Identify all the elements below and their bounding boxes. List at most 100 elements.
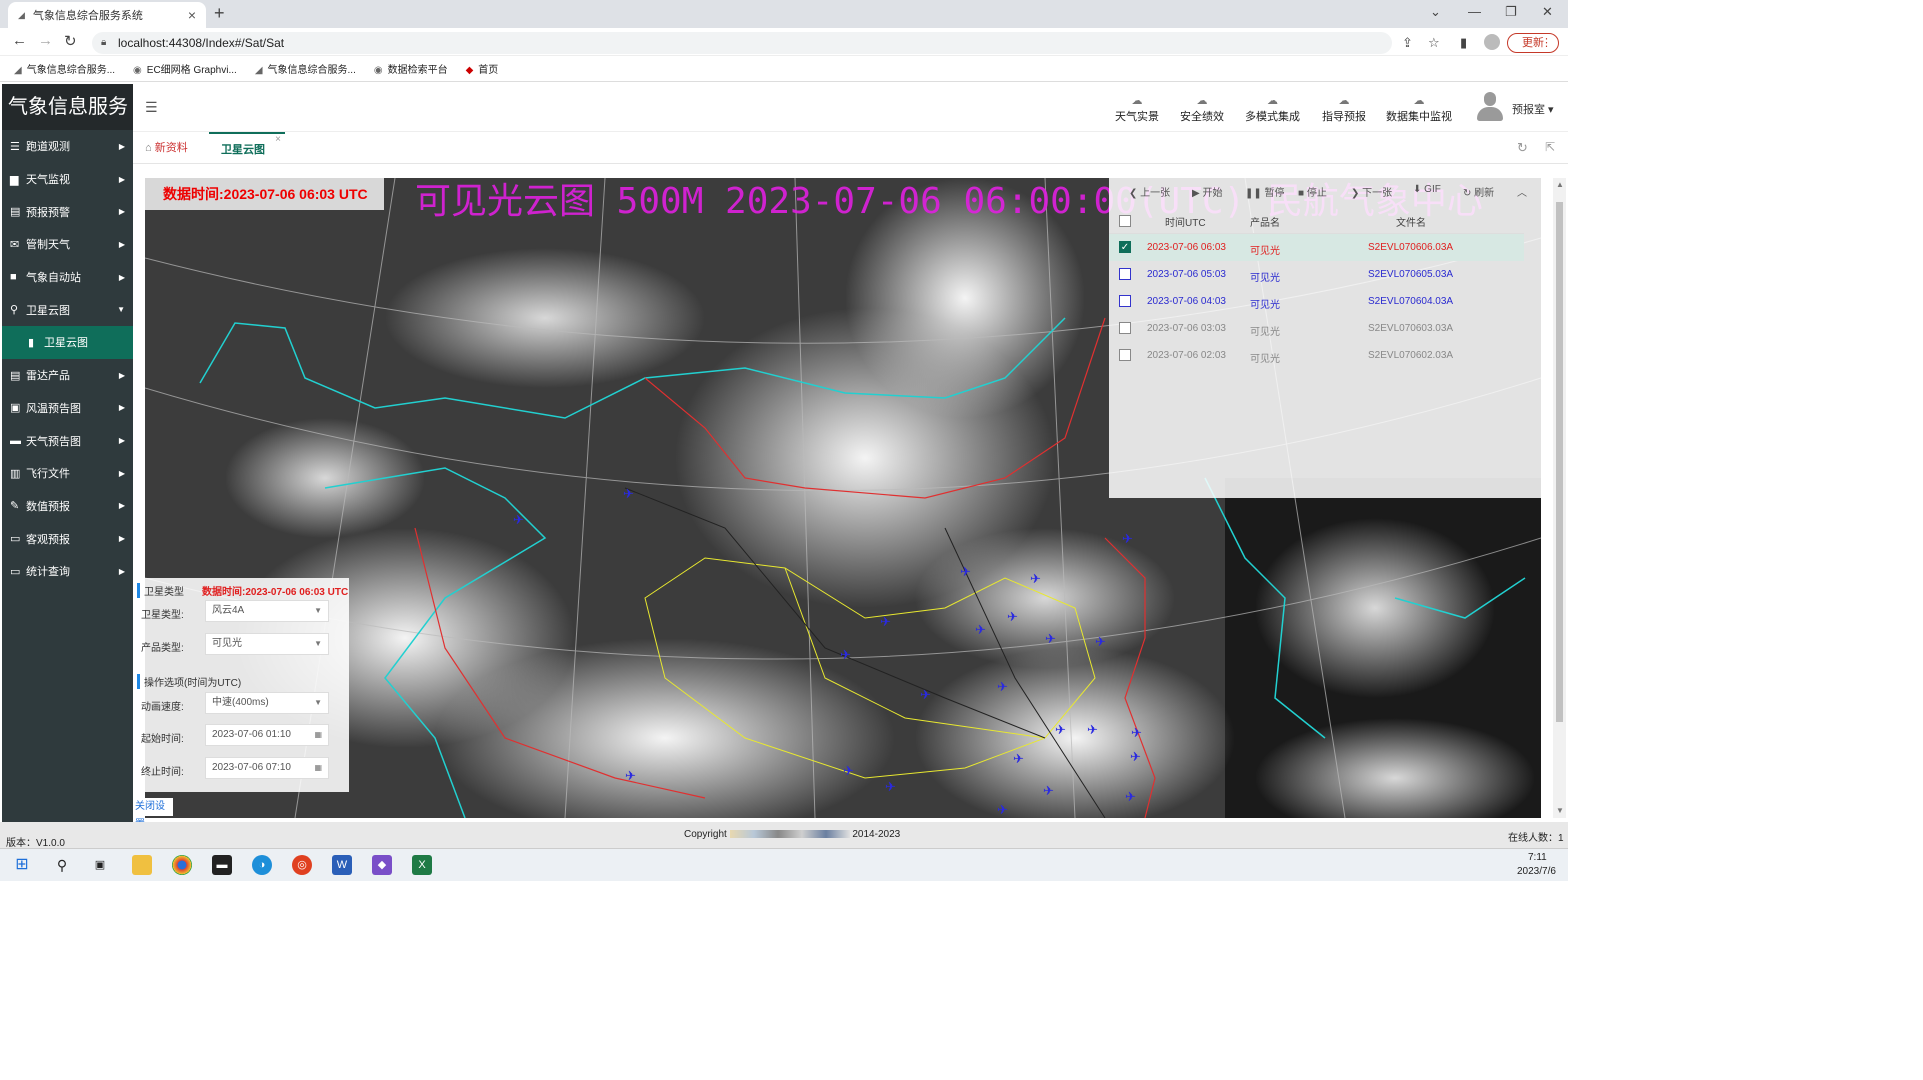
tab-search-icon[interactable]: ⌄ [1430,4,1441,20]
excel-icon[interactable]: X [412,855,432,875]
bookmark-item[interactable]: ◢ 气象信息综合服务... [255,61,356,76]
close-tab-icon[interactable]: × [188,7,196,23]
chevron-right-icon: ▶ [118,403,125,413]
sidebar-item-weather-monitor[interactable]: ▆ 天气监视 ▶ [2,163,133,196]
nav-data-monitor[interactable]: ☁ 数据集中监视 [1386,94,1452,124]
home-icon: ◆ [465,65,474,76]
sidepanel-icon[interactable]: ▮ [1460,35,1467,51]
nav-guidance[interactable]: ☁ 指导预报 [1322,94,1366,124]
row-checkbox[interactable]: ✓ [1119,241,1131,253]
start-button[interactable]: ▶ 开始 [1192,184,1222,199]
fullscreen-icon[interactable]: ⇱ [1545,140,1555,154]
svg-text:✈: ✈ [1043,784,1054,799]
new-tab-button[interactable]: + [214,3,225,24]
prev-button[interactable]: ❮ 上一张 [1129,184,1170,199]
calendar-icon: ▦ [314,730,322,739]
page-scrollbar[interactable]: ▲ ▼ [1553,178,1566,818]
speed-label: 动画速度: [141,702,184,713]
browser-tabbar: ◢ 气象信息综合服务系统 × + ⌄ — ❐ ✕ [0,0,1568,28]
url-text: localhost:44308/Index#/Sat/Sat [118,36,285,50]
search-icon[interactable]: ⚲ [52,855,72,875]
menu-toggle-icon[interactable]: ☰ [145,99,158,116]
list-item[interactable]: 2023-07-06 02:03 可见光 S2EVL070602.03A [1109,342,1524,369]
bookmark-item[interactable]: ◢ 气象信息综合服务... [14,61,115,76]
pause-button[interactable]: ❚❚ 暂停 [1245,184,1285,199]
next-button[interactable]: ❯ 下一张 [1351,184,1392,199]
file-explorer-icon[interactable] [132,855,152,875]
tab-new-data[interactable]: ⌂ 新资料 [145,132,188,164]
bookmark-item[interactable]: ◆ 首页 [466,61,499,76]
word-icon[interactable]: W [332,855,352,875]
nav-multi-model[interactable]: ☁ 多模式集成 [1245,94,1300,124]
sidebar-item-wind-temp[interactable]: ▣ 风温预告图 ▶ [2,392,133,425]
sidebar-item-control-weather[interactable]: ✉ 管制天气 ▶ [2,228,133,261]
speed-select[interactable]: 中速(400ms) ▼ [205,692,329,714]
task-view-icon[interactable]: ▣ [90,855,110,875]
terminal-icon[interactable]: ▬ [212,855,232,875]
refresh-button[interactable]: ↻ 刷新 [1463,184,1494,199]
sidebar-item-objective[interactable]: ▭ 客观预报 ▶ [2,522,133,555]
sidebar-item-warning[interactable]: ▤ 预报预警 ▶ [2,195,133,228]
update-button[interactable]: 更新 ⋮ [1507,33,1559,53]
chevron-down-icon: ▼ [117,305,125,315]
sat-type-select[interactable]: 风云4A ▼ [205,600,329,622]
end-time-input[interactable]: 2023-07-06 07:10 ▦ [205,757,329,779]
list-item[interactable]: ✓ 2023-07-06 06:03 可见光 S2EVL070606.03A [1109,234,1524,261]
row-checkbox[interactable] [1119,322,1131,334]
list-item[interactable]: 2023-07-06 04:03 可见光 S2EVL070604.03A [1109,288,1524,315]
url-field[interactable]: 🔒︎ localhost:44308/Index#/Sat/Sat [92,32,1392,54]
product-type-select[interactable]: 可见光 ▼ [205,633,329,655]
home-icon: ⌂ [145,142,155,154]
forward-icon[interactable]: → [38,32,53,49]
svg-text:✈: ✈ [1131,726,1142,741]
sidebar-item-satellite[interactable]: ⚲ 卫星云图 ▼ [2,293,133,326]
sidebar-item-nwp[interactable]: ✎ 数值预报 ▶ [2,490,133,523]
folder-open-icon: ▭ [10,533,21,546]
nav-safety[interactable]: ☁ 安全绩效 [1180,94,1224,124]
select-all-checkbox[interactable] [1119,215,1131,227]
reload-icon[interactable]: ↻ [64,32,77,50]
row-checkbox[interactable] [1119,295,1131,307]
refresh-icon[interactable]: ↻ [1517,140,1528,156]
app-icon[interactable]: ◎ [292,855,312,875]
bookmark-star-icon[interactable]: ☆ [1428,35,1440,51]
close-tab-icon[interactable]: × [275,124,281,156]
stop-button[interactable]: ■ 停止 [1298,184,1327,199]
scrollbar-thumb[interactable] [1556,202,1563,722]
scroll-down-icon[interactable]: ▼ [1556,806,1564,815]
windows-start-icon[interactable]: ⊞ [12,855,32,875]
chrome-icon[interactable] [172,855,192,875]
list-item[interactable]: 2023-07-06 05:03 可见光 S2EVL070605.03A [1109,261,1524,288]
visual-studio-icon[interactable]: ◆ [372,855,392,875]
user-avatar-icon[interactable] [1477,92,1503,122]
restore-button[interactable]: ❐ [1505,4,1517,20]
sidebar-item-runway[interactable]: ☰ 跑道观测 ▶ [2,130,133,163]
app-icon[interactable]: ◑ [252,855,272,875]
sidebar-item-statistics[interactable]: ▭ 统计查询 ▶ [2,555,133,588]
scroll-up-icon[interactable]: ▲ [1556,180,1564,189]
sidebar-item-radar[interactable]: ▤ 雷达产品 ▶ [2,359,133,392]
user-menu[interactable]: 预报室 ▾ [1512,101,1554,117]
profile-avatar-icon[interactable] [1484,34,1500,50]
sidebar-subitem-satellite-image[interactable]: ▮ 卫星云图 [2,326,133,359]
nav-weather-live[interactable]: ☁ 天气实景 [1115,94,1159,124]
share-icon[interactable]: ⇪ [1402,35,1413,51]
list-item[interactable]: 2023-07-06 03:03 可见光 S2EVL070603.03A [1109,315,1524,342]
row-checkbox[interactable] [1119,349,1131,361]
sidebar-item-flight-docs[interactable]: ▥ 飞行文件 ▶ [2,457,133,490]
minimize-button[interactable]: — [1468,4,1481,19]
tab-satellite[interactable]: 卫星云图 × [209,132,285,164]
start-time-input[interactable]: 2023-07-06 01:10 ▦ [205,724,329,746]
back-icon[interactable]: ← [12,32,27,49]
sidebar-item-auto-station[interactable]: ■ 气象自动站 ▶ [2,261,133,294]
bookmark-item[interactable]: ◉ 数据检索平台 [374,61,448,76]
collapse-icon[interactable]: ︿ [1517,184,1527,199]
bookmark-item[interactable]: ◉ EC细网格 Graphvi... [133,61,237,76]
sidebar-item-weather-forecast[interactable]: ▬ 天气预告图 ▶ [2,424,133,457]
row-checkbox[interactable] [1119,268,1131,280]
browser-tab[interactable]: ◢ 气象信息综合服务系统 × [8,2,206,28]
close-window-button[interactable]: ✕ [1542,4,1553,20]
top-nav: ☰ ☁ 天气实景 ☁ 安全绩效 ☁ 多模式集成 ☁ 指导预报 ☁ 数据集中监视 预报室 ▾ [133,84,1568,132]
close-settings-button[interactable]: 关闭设置 [133,798,173,830]
gif-button[interactable]: ⬇ GIF [1413,184,1441,195]
